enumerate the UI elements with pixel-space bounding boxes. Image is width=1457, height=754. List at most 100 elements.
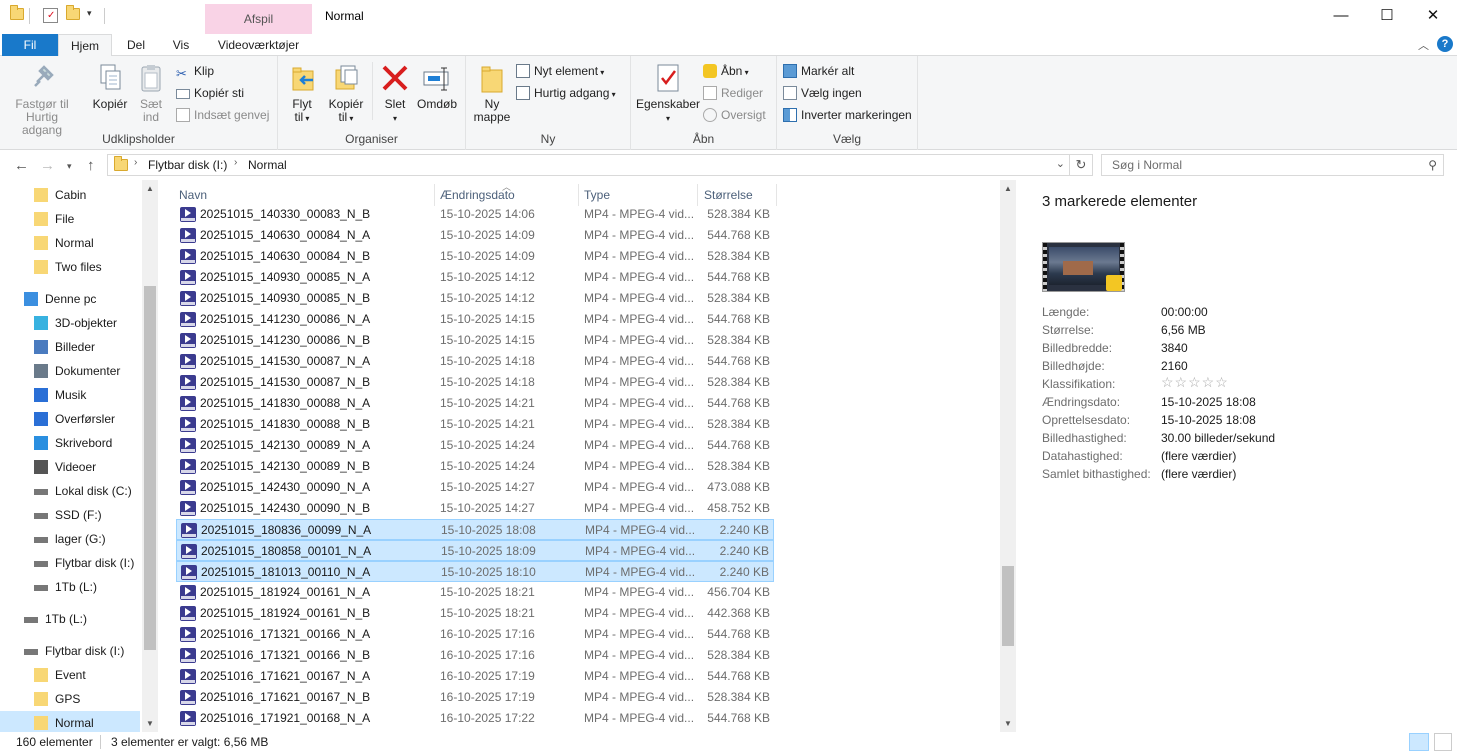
file-row[interactable]: 20251015_141530_00087_N_B 15-10-2025 14:1…	[176, 372, 774, 393]
chevron-down-icon[interactable]: ⌄	[1056, 157, 1065, 170]
nav-item[interactable]: Two files	[0, 255, 140, 279]
select-all-button[interactable]: Markér alt	[783, 62, 854, 80]
nav-item[interactable]: File	[0, 207, 140, 231]
tab-fil[interactable]: Fil	[2, 34, 58, 56]
rename-button[interactable]: Omdøb	[416, 60, 458, 111]
file-row[interactable]: 20251015_142130_00089_N_B 15-10-2025 14:2…	[176, 456, 774, 477]
customize-toolbar-icon[interactable]: ▾	[87, 8, 103, 24]
select-none-button[interactable]: Vælg ingen	[783, 84, 862, 102]
file-row[interactable]: 20251015_141230_00086_N_B 15-10-2025 14:1…	[176, 330, 774, 351]
file-row[interactable]: 20251015_141530_00087_N_A 15-10-2025 14:1…	[176, 351, 774, 372]
breadcrumb-folder[interactable]: Normal	[248, 158, 287, 172]
close-button[interactable]: ✕	[1410, 0, 1456, 32]
properties-button[interactable]: Egenskaber ▾	[635, 60, 701, 125]
file-row[interactable]: 20251015_140930_00085_N_B 15-10-2025 14:1…	[176, 288, 774, 309]
file-row[interactable]: 20251015_142430_00090_N_A 15-10-2025 14:2…	[176, 477, 774, 498]
file-row[interactable]: 20251016_171921_00168_N_A 16-10-2025 17:2…	[176, 708, 774, 729]
nav-scroll-thumb[interactable]	[144, 286, 156, 650]
nav-item[interactable]: Skrivebord	[0, 431, 140, 455]
move-to-button[interactable]: Flyt til ▾	[284, 60, 320, 125]
nav-item[interactable]: Billeder	[0, 335, 140, 359]
nav-item[interactable]: Event	[0, 663, 140, 687]
file-row[interactable]: 20251015_142130_00089_N_A 15-10-2025 14:2…	[176, 435, 774, 456]
properties-icon[interactable]: ✓	[43, 8, 58, 23]
nav-item[interactable]: Flytbar disk (I:)	[0, 551, 140, 575]
nav-item[interactable]: 1Tb (L:)	[0, 575, 140, 599]
file-row[interactable]: 20251016_171321_00166_N_A 16-10-2025 17:1…	[176, 624, 774, 645]
nav-item[interactable]: Denne pc	[0, 287, 140, 311]
copy-path-button[interactable]: Kopiér sti	[176, 84, 244, 102]
file-row[interactable]: 20251016_171621_00167_N_A 16-10-2025 17:1…	[176, 666, 774, 687]
file-row[interactable]: 20251015_181924_00161_N_A 15-10-2025 18:2…	[176, 582, 774, 603]
nav-item[interactable]: Dokumenter	[0, 359, 140, 383]
help-icon[interactable]: ?	[1437, 36, 1453, 52]
column-header-dato[interactable]: Ændringsdato	[440, 188, 515, 202]
nav-item[interactable]: lager (G:)	[0, 527, 140, 551]
file-row[interactable]: 20251015_140930_00085_N_A 15-10-2025 14:1…	[176, 267, 774, 288]
nav-item[interactable]: Normal	[0, 711, 140, 732]
file-row[interactable]: 20251015_180858_00101_N_A 15-10-2025 18:0…	[176, 540, 774, 561]
tab-videovaerktojer[interactable]: Videoværktøjer	[205, 34, 312, 56]
scroll-up-icon[interactable]: ▲	[146, 184, 154, 193]
file-row[interactable]: 20251016_171621_00167_N_B 16-10-2025 17:1…	[176, 687, 774, 708]
column-header-storrelse[interactable]: Størrelse	[704, 188, 753, 202]
nav-scrollbar[interactable]: ▲ ▼	[142, 180, 158, 732]
nav-item[interactable]: 3D-objekter	[0, 311, 140, 335]
file-row[interactable]: 20251015_141830_00088_N_B 15-10-2025 14:2…	[176, 414, 774, 435]
nav-item[interactable]: 1Tb (L:)	[0, 607, 140, 631]
scroll-down-icon[interactable]: ▼	[146, 719, 154, 728]
copy-button[interactable]: Kopiér	[88, 60, 132, 111]
tab-hjem[interactable]: Hjem	[58, 34, 112, 57]
breadcrumb-drive[interactable]: Flytbar disk (I:)	[148, 158, 227, 172]
easy-access-button[interactable]: Hurtig adgang ▾	[516, 84, 616, 102]
refresh-icon[interactable]: ↻	[1070, 154, 1093, 176]
rating-stars[interactable]: ☆☆☆☆☆	[1161, 374, 1229, 391]
nav-item[interactable]: Flytbar disk (I:)	[0, 639, 140, 663]
file-row[interactable]: 20251015_181924_00161_N_B 15-10-2025 18:2…	[176, 603, 774, 624]
forward-arrow-icon[interactable]: →	[40, 157, 55, 174]
minimize-button[interactable]: —	[1318, 0, 1364, 32]
nav-item[interactable]: Normal	[0, 231, 140, 255]
copy-to-button[interactable]: Kopiér til ▾	[324, 60, 368, 125]
scroll-up-icon[interactable]: ▲	[1004, 184, 1012, 193]
up-arrow-icon[interactable]: ↑	[87, 157, 95, 174]
invert-selection-button[interactable]: Inverter markeringen	[783, 106, 912, 124]
cut-button[interactable]: ✂ Klip	[176, 62, 214, 81]
new-item-button[interactable]: Nyt element ▾	[516, 62, 604, 80]
file-row[interactable]: 20251015_180836_00099_N_A 15-10-2025 18:0…	[176, 519, 774, 540]
scroll-down-icon[interactable]: ▼	[1004, 719, 1012, 728]
nav-item[interactable]: SSD (F:)	[0, 503, 140, 527]
search-input[interactable]: Søg i Normal ⚲	[1101, 154, 1444, 176]
new-folder-button[interactable]: Ny mappe	[470, 60, 514, 124]
file-row[interactable]: 20251015_141230_00086_N_A 15-10-2025 14:1…	[176, 309, 774, 330]
file-row[interactable]: 20251015_142430_00090_N_B 15-10-2025 14:2…	[176, 498, 774, 519]
column-header-type[interactable]: Type	[584, 188, 610, 202]
file-row[interactable]: 20251015_140630_00084_N_A 15-10-2025 14:0…	[176, 225, 774, 246]
paste-button[interactable]: Sæt ind	[134, 60, 168, 124]
file-list-scrollbar[interactable]: ▲ ▼	[1000, 180, 1016, 732]
open-button[interactable]: Åbn ▾	[703, 62, 749, 80]
file-scroll-thumb[interactable]	[1002, 566, 1014, 646]
column-header-navn[interactable]: Navn	[179, 188, 207, 202]
address-bar[interactable]: › Flytbar disk (I:) › Normal ⌄	[107, 154, 1070, 176]
nav-item[interactable]: GPS	[0, 687, 140, 711]
nav-item[interactable]: Overførsler	[0, 407, 140, 431]
recent-locations-icon[interactable]: ▾	[67, 161, 72, 172]
nav-item[interactable]: Cabin	[0, 183, 140, 207]
details-view-icon[interactable]	[1409, 733, 1429, 751]
file-row[interactable]: 20251015_140330_00083_N_B 15-10-2025 14:0…	[176, 204, 774, 225]
tab-del[interactable]: Del	[116, 34, 156, 56]
nav-item[interactable]: Videoer	[0, 455, 140, 479]
file-row[interactable]: 20251016_171321_00166_N_B 16-10-2025 17:1…	[176, 645, 774, 666]
large-icons-view-icon[interactable]	[1434, 733, 1452, 751]
maximize-button[interactable]: ☐	[1364, 0, 1410, 32]
nav-item[interactable]: Lokal disk (C:)	[0, 479, 140, 503]
new-folder-icon[interactable]	[66, 5, 82, 24]
nav-item[interactable]: Musik	[0, 383, 140, 407]
file-row[interactable]: 20251015_140630_00084_N_B 15-10-2025 14:0…	[176, 246, 774, 267]
tab-vis[interactable]: Vis	[160, 34, 202, 56]
file-row[interactable]: 20251015_141830_00088_N_A 15-10-2025 14:2…	[176, 393, 774, 414]
file-row[interactable]: 20251015_181013_00110_N_A 15-10-2025 18:1…	[176, 561, 774, 582]
chevron-up-icon[interactable]: ︿	[1418, 37, 1429, 53]
delete-button[interactable]: Slet ▾	[376, 60, 414, 125]
